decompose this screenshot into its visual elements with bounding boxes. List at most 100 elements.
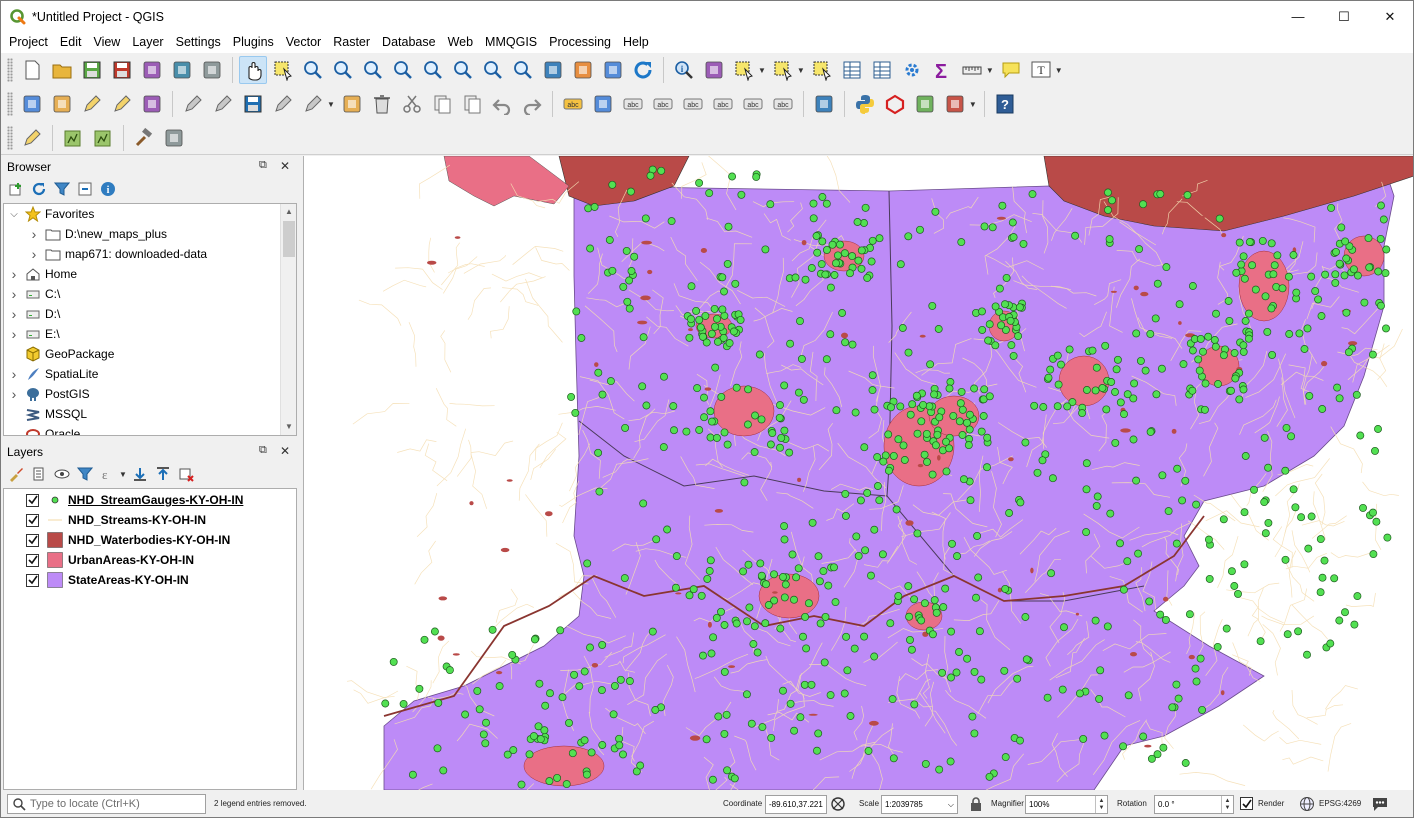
zoom-last-button[interactable] [479, 56, 507, 84]
dropdown-arrow-icon[interactable]: ▼ [327, 100, 335, 109]
browser-item-folder[interactable]: › map671: downloaded-data [4, 244, 296, 264]
menu-raster[interactable]: Raster [327, 32, 376, 53]
zoom-next-button[interactable] [509, 56, 537, 84]
browser-item-drive[interactable]: › E:\ [4, 324, 296, 344]
collapse-arrow-icon[interactable]: › [7, 306, 21, 322]
layer-manager-button[interactable] [911, 90, 939, 118]
browser-scrollbar[interactable]: ▲ ▼ [280, 204, 296, 435]
select-by-value-button[interactable] [769, 56, 797, 84]
save-project-button[interactable] [78, 56, 106, 84]
collapse-arrow-icon[interactable]: › [7, 286, 21, 302]
scale-combobox[interactable]: 1:2039785 ⌵ [881, 795, 958, 814]
filter-icon[interactable] [51, 178, 73, 200]
action-button[interactable] [700, 56, 728, 84]
map-tips-button[interactable] [997, 56, 1025, 84]
maximize-button[interactable]: ☐ [1321, 1, 1367, 32]
data-source-manager-button[interactable] [18, 90, 46, 118]
collapse-arrow-icon[interactable]: › [27, 226, 41, 242]
attribute-table-button[interactable] [838, 56, 866, 84]
locator-search-input[interactable]: Type to locate (Ctrl+K) [7, 794, 206, 814]
identify-button[interactable]: i [670, 56, 698, 84]
topology-button[interactable] [881, 90, 909, 118]
close-panel-icon[interactable]: ✕ [280, 444, 290, 458]
measure-button[interactable] [958, 56, 986, 84]
menu-web[interactable]: Web [442, 32, 479, 53]
save-as-button[interactable] [108, 56, 136, 84]
layer-row[interactable]: NHD_Waterbodies-KY-OH-IN [4, 530, 296, 550]
new-project-button[interactable] [18, 56, 46, 84]
expand-all-icon[interactable] [129, 463, 151, 485]
change-label-button[interactable]: abc [769, 90, 797, 118]
toolbar-grip[interactable] [7, 58, 13, 82]
browser-item-home[interactable]: › Home [4, 264, 296, 284]
dropdown-arrow-icon[interactable]: ▼ [119, 470, 127, 479]
spin-arrows-icon[interactable]: ▲ ▼ [1221, 796, 1233, 813]
browser-item-drive[interactable]: › C:\ [4, 284, 296, 304]
add-layer-button[interactable] [941, 90, 969, 118]
open-project-button[interactable] [48, 56, 76, 84]
map-canvas[interactable] [303, 156, 1413, 790]
grass-button[interactable] [59, 124, 87, 152]
layer-visibility-checkbox[interactable] [26, 533, 39, 547]
field-calculator-button[interactable] [868, 56, 896, 84]
menu-mmqgis[interactable]: MMQGIS [479, 32, 543, 53]
zoom-native-button[interactable] [359, 56, 387, 84]
gps-button[interactable] [160, 124, 188, 152]
browser-item-drive[interactable]: › D:\ [4, 304, 296, 324]
menu-database[interactable]: Database [376, 32, 442, 53]
zoom-in-button[interactable] [299, 56, 327, 84]
text-annotation-button[interactable]: T [1027, 56, 1055, 84]
menu-vector[interactable]: Vector [280, 32, 327, 53]
close-button[interactable]: ✕ [1367, 1, 1413, 32]
cut-button[interactable] [398, 90, 426, 118]
style-brush-icon[interactable] [5, 463, 27, 485]
properties-icon[interactable]: i [97, 178, 119, 200]
browser-item-folder[interactable]: › D:\new_maps_plus [4, 224, 296, 244]
magnifier-spinbox[interactable]: 100% ▲ ▼ [1025, 795, 1108, 814]
modify-attributes-button[interactable] [338, 90, 366, 118]
collapse-all-icon[interactable] [74, 178, 96, 200]
lock-scale-icon[interactable] [969, 796, 983, 814]
minimize-button[interactable]: — [1275, 1, 1321, 32]
coordinate-field[interactable]: -89.610,37.221 [765, 795, 827, 814]
new-print-layout-button[interactable] [138, 56, 166, 84]
scroll-down-icon[interactable]: ▼ [281, 419, 296, 435]
add-selected-layers-icon[interactable] [5, 178, 27, 200]
browser-item-geopackage[interactable]: GeoPackage [4, 344, 296, 364]
collapse-arrow-icon[interactable]: › [7, 366, 21, 382]
collapse-arrow-icon[interactable]: › [27, 246, 41, 262]
dropdown-arrow-icon[interactable]: ▼ [969, 100, 977, 109]
zoom-to-selection-button[interactable] [419, 56, 447, 84]
new-map-view-button[interactable] [539, 56, 567, 84]
plugin-manager-button[interactable] [810, 90, 838, 118]
layer-visibility-checkbox[interactable] [26, 513, 39, 527]
menu-settings[interactable]: Settings [170, 32, 227, 53]
menu-processing[interactable]: Processing [543, 32, 617, 53]
filter-legend-icon[interactable] [74, 463, 96, 485]
select-features-button[interactable] [730, 56, 758, 84]
layer-row[interactable]: UrbanAreas-KY-OH-IN [4, 550, 296, 570]
temporal-button[interactable] [599, 56, 627, 84]
rotate-label-button[interactable]: abc [739, 90, 767, 118]
collapse-all-layers-icon[interactable] [152, 463, 174, 485]
browser-item-spatialite[interactable]: › SpatiaLite [4, 364, 296, 384]
layer-visibility-checkbox[interactable] [26, 493, 39, 507]
browser-item-star[interactable]: ⌵ Favorites [4, 204, 296, 224]
layout-manager-button[interactable] [168, 56, 196, 84]
menu-project[interactable]: Project [3, 32, 54, 53]
render-checkbox[interactable] [1240, 797, 1253, 810]
refresh-icon[interactable] [28, 178, 50, 200]
georeferencer-button[interactable] [108, 90, 136, 118]
crs-label[interactable]: EPSG:4269 [1319, 799, 1361, 808]
remove-layer-icon[interactable] [175, 463, 197, 485]
vertex-tool-button[interactable] [299, 90, 327, 118]
digitize-button[interactable] [78, 90, 106, 118]
dropdown-arrow-icon[interactable]: ▼ [986, 66, 994, 75]
undo-button[interactable] [488, 90, 516, 118]
spin-arrows-icon[interactable]: ▲ ▼ [1095, 796, 1107, 813]
browser-item-oracle[interactable]: Oracle [4, 424, 296, 435]
new-virtual-layer-button[interactable] [138, 90, 166, 118]
filter-expression-icon[interactable]: ε [97, 463, 119, 485]
zoom-out-button[interactable] [329, 56, 357, 84]
menu-plugins[interactable]: Plugins [227, 32, 280, 53]
